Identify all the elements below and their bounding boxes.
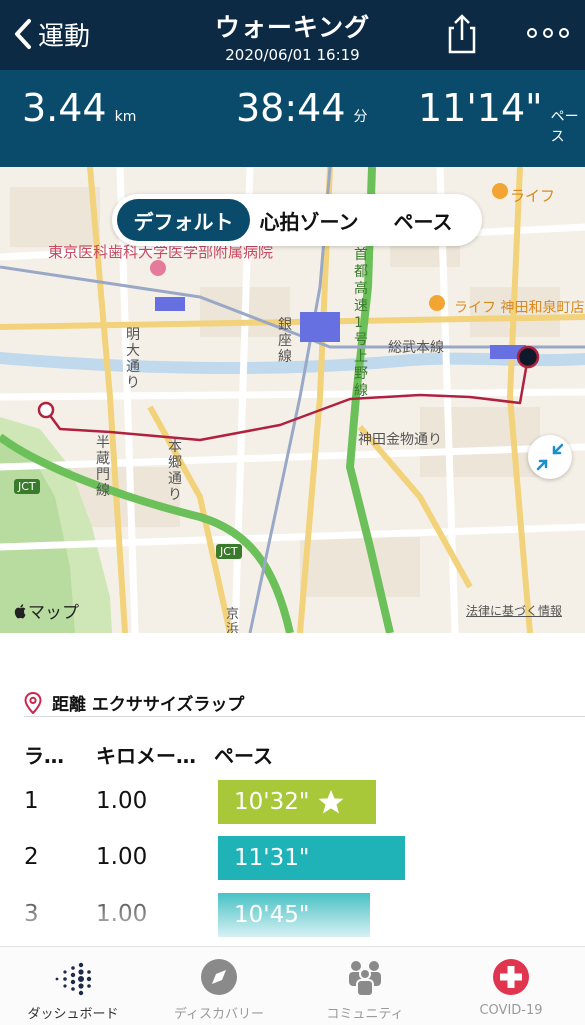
tab-dashboard[interactable]: ダッシュボード — [0, 947, 146, 1025]
distance-value: 3.44 — [22, 86, 107, 130]
back-label: 運動 — [38, 21, 91, 52]
back-button[interactable]: 運動 — [12, 14, 90, 54]
pace-bar: 11'31" — [218, 836, 405, 880]
life-label-1: ライフ — [510, 187, 556, 205]
meidai-street-label: 明大通り — [126, 327, 140, 391]
distance-stat: 3.44 km — [22, 86, 136, 130]
lap-row: 1 1.00 10'32" — [0, 780, 585, 826]
kanda-kanamono-label: 神田金物通り — [358, 432, 442, 448]
share-icon[interactable] — [442, 12, 482, 56]
lap-km: 1.00 — [96, 844, 148, 870]
lap-row: 2 1.00 11'31" — [0, 836, 585, 882]
duration-value: 38:44 — [236, 86, 346, 130]
legal-info-link[interactable]: 法律に基づく情報 — [466, 602, 562, 619]
km-column-header: キロメー… — [96, 744, 196, 768]
lap-column-header: ラ… — [24, 744, 64, 768]
lap-km: 1.00 — [96, 901, 148, 927]
laps-section-title: 距離 エクササイズラップ — [52, 695, 245, 715]
pace-value: 10'32" — [234, 789, 310, 815]
lap-number: 2 — [24, 844, 39, 870]
expressway-label: 首都高速1号上野線 — [354, 247, 368, 399]
pace-value: 11'31" — [234, 845, 310, 871]
jct-badge-2: JCT — [216, 544, 242, 559]
collapse-arrows-icon — [536, 443, 564, 471]
apple-logo-icon — [14, 603, 26, 618]
lap-km: 1.00 — [96, 788, 148, 814]
ginza-line-label: 銀座線 — [278, 317, 292, 365]
pace-stat: 11'14" ペース — [418, 86, 585, 146]
hongo-street-label: 本郷通り — [168, 439, 182, 503]
more-options-icon[interactable] — [524, 18, 572, 48]
hanzomon-line-label: 半蔵門線 — [96, 435, 110, 499]
lap-number: 1 — [24, 788, 39, 814]
lap-number: 3 — [24, 901, 39, 927]
segment-default[interactable]: デフォルト — [117, 199, 250, 241]
collapse-map-button[interactable] — [528, 435, 572, 479]
segment-pace[interactable]: ペース — [368, 199, 478, 241]
map-mode-segmented-control: デフォルト 心拍ゾーン ペース — [112, 194, 482, 246]
bottom-tab-bar: ダッシュボード ディスカバリー コミュニティ COVID-19 — [0, 946, 585, 1025]
tab-label: ディスカバリー — [173, 1007, 265, 1022]
maps-brand-label: マップ — [28, 603, 79, 623]
chevron-left-icon — [15, 19, 31, 49]
top-navigation-bar: 運動 ウォーキング 2020/06/01 16:19 — [0, 0, 585, 70]
pace-bar: 10'32" — [218, 780, 376, 824]
duration-unit: 分 — [353, 109, 368, 125]
workout-summary-bar: 3.44 km 38:44 分 11'14" ペース — [0, 70, 585, 167]
section-divider — [24, 716, 585, 717]
sobu-line-label: 総武本線 — [388, 340, 444, 356]
pace-value: 11'14" — [418, 86, 543, 130]
compass-icon — [201, 959, 237, 995]
keihin-label: 京浜 — [226, 607, 240, 633]
community-icon — [349, 961, 381, 997]
tab-covid[interactable]: COVID-19 — [438, 947, 584, 1025]
life-label-2: ライフ 神田和泉町店 — [454, 300, 585, 316]
pace-column-header: ペース — [214, 744, 273, 768]
pace-unit: ペース — [550, 109, 579, 145]
tab-label: COVID-19 — [479, 1003, 543, 1018]
laps-section-header: 距離 エクササイズラップ — [24, 690, 244, 715]
maps-attribution: マップ — [14, 598, 79, 623]
tab-community[interactable]: コミュニティ — [292, 947, 438, 1025]
tab-label: ダッシュボード — [27, 1007, 119, 1022]
tab-label: コミュニティ — [326, 1007, 404, 1022]
pace-bar: 10'45" — [218, 893, 370, 937]
distance-unit: km — [114, 109, 137, 125]
red-cross-icon — [493, 959, 529, 995]
lap-row: 3 1.00 10'45" — [0, 893, 585, 939]
jct-badge-1: JCT — [14, 479, 40, 494]
star-icon — [318, 790, 344, 814]
duration-stat: 38:44 分 — [236, 86, 368, 130]
segment-heart-rate-zone[interactable]: 心拍ゾーン — [250, 199, 368, 241]
pace-value: 10'45" — [234, 902, 310, 928]
tab-discovery[interactable]: ディスカバリー — [146, 947, 292, 1025]
dashboard-dots-icon — [55, 962, 92, 996]
location-pin-icon — [24, 691, 42, 714]
